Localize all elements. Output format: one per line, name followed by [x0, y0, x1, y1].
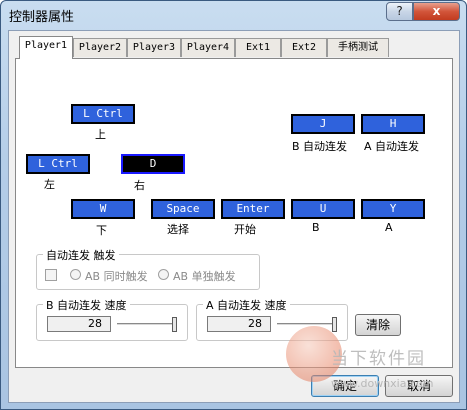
watermark-url: www.downxia.com	[331, 377, 434, 390]
tab-ext2[interactable]: Ext2	[281, 38, 327, 57]
turbo-trigger-title: 自动连发 触发	[43, 247, 119, 263]
a-key-field[interactable]: Y	[361, 199, 425, 219]
b-turbo-label: B 自动连发	[292, 140, 348, 153]
b-speed-value[interactable]: 28	[47, 316, 111, 332]
left-label: 左	[44, 178, 55, 191]
title-bar[interactable]: 控制器属性 ? x	[1, 1, 466, 27]
a-speed-slider-track[interactable]	[277, 323, 337, 326]
down-label: 下	[96, 224, 107, 237]
turbo-trigger-group: 自动连发 触发 AB 同时触发 AB 单独触发	[36, 247, 260, 290]
watermark-text: 当下软件园	[331, 349, 426, 369]
window-title: 控制器属性	[9, 10, 75, 25]
tab-ext1[interactable]: Ext1	[235, 38, 281, 57]
ab-both-label: AB 同时触发	[85, 270, 148, 283]
select-key-field[interactable]: Space	[151, 199, 215, 219]
ab-single-label: AB 单独触发	[173, 270, 236, 283]
a-speed-slider-thumb[interactable]	[332, 317, 337, 332]
close-button[interactable]: x	[413, 2, 460, 21]
start-label: 开始	[234, 223, 256, 236]
b-label: B	[312, 221, 320, 234]
ab-single-radio[interactable]	[158, 269, 169, 280]
tab-player3[interactable]: Player3	[127, 38, 181, 57]
b-speed-slider-track[interactable]	[117, 323, 177, 326]
clear-button[interactable]: 清除	[355, 314, 401, 336]
a-speed-value[interactable]: 28	[207, 316, 271, 332]
b-turbo-key-field[interactable]: J	[291, 114, 355, 134]
select-label: 选择	[167, 223, 189, 236]
turbo-trigger-checkbox[interactable]	[45, 269, 57, 281]
up-label: 上	[95, 128, 106, 141]
b-speed-group: B 自动连发 速度 28	[36, 297, 188, 341]
left-key-field[interactable]: L Ctrl	[26, 154, 90, 174]
controller-properties-window: 控制器属性 ? x Player1 Player2 Player3 Player…	[0, 0, 467, 410]
b-speed-slider-thumb[interactable]	[172, 317, 177, 332]
a-label: A	[385, 221, 393, 234]
right-label: 右	[134, 179, 145, 192]
right-key-field[interactable]: D	[121, 154, 185, 174]
a-speed-title: A 自动连发 速度	[203, 297, 290, 313]
tab-gamepad-test[interactable]: 手柄测试	[327, 38, 389, 57]
up-key-field[interactable]: L Ctrl	[71, 104, 135, 124]
tab-player2[interactable]: Player2	[73, 38, 127, 57]
b-speed-title: B 自动连发 速度	[43, 297, 130, 313]
ab-both-radio[interactable]	[70, 269, 81, 280]
a-turbo-key-field[interactable]: H	[361, 114, 425, 134]
tab-player4[interactable]: Player4	[181, 38, 235, 57]
tab-player1[interactable]: Player1	[19, 36, 73, 59]
help-button[interactable]: ?	[386, 2, 413, 21]
b-key-field[interactable]: U	[291, 199, 355, 219]
player1-panel: L Ctrl 上 J B 自动连发 H A 自动连发 L Ctrl 左 D 右 …	[15, 58, 453, 368]
a-turbo-label: A 自动连发	[364, 140, 420, 153]
down-key-field[interactable]: W	[71, 199, 135, 219]
start-key-field[interactable]: Enter	[221, 199, 285, 219]
